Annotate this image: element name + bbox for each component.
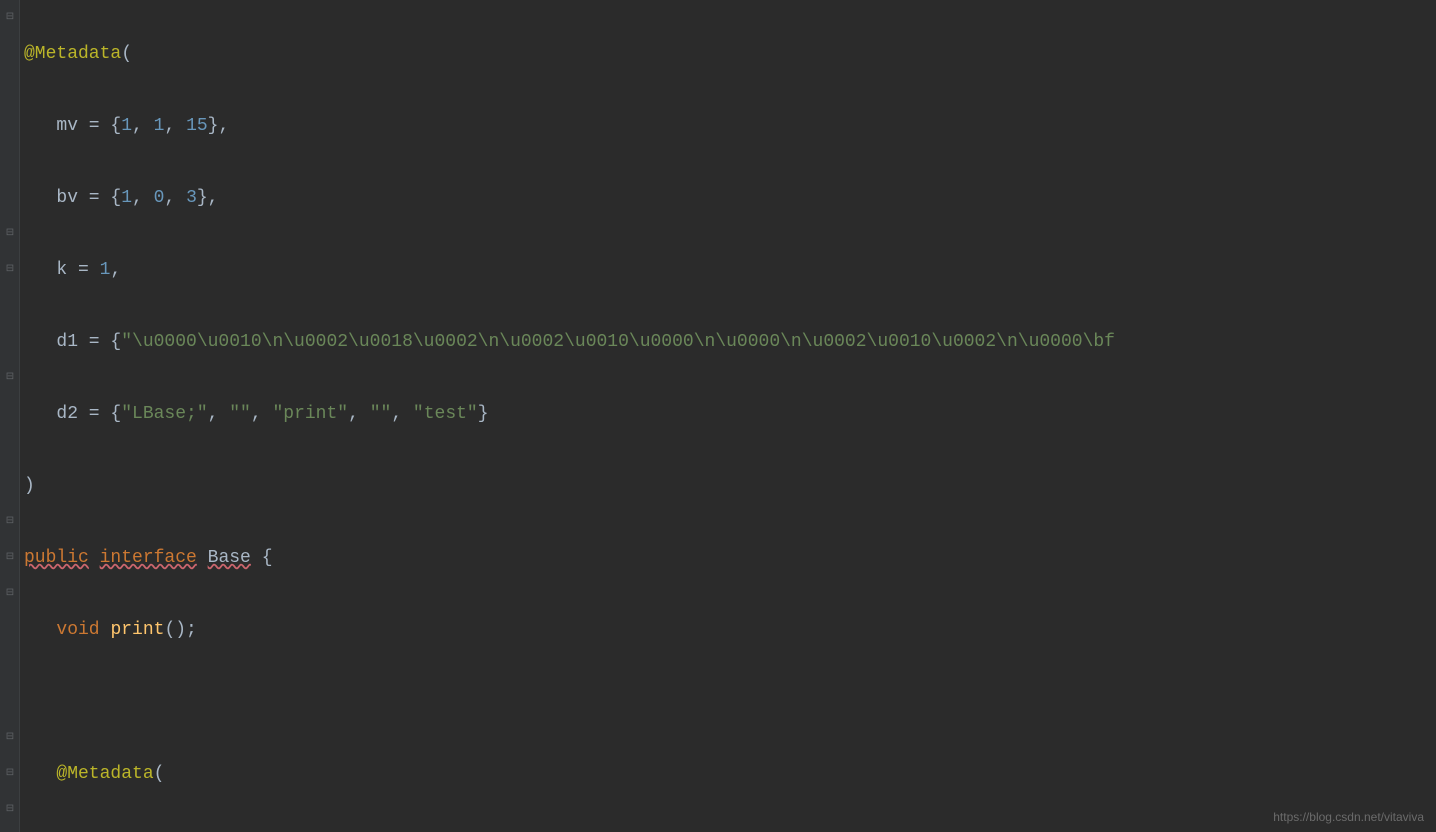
fold-open-icon[interactable]: ⊟ — [4, 588, 16, 600]
bv-key: bv = { — [56, 188, 121, 208]
d2-key: d2 = { — [56, 404, 121, 424]
close-paren: ) — [24, 476, 35, 496]
code-area[interactable]: @Metadata( mv = {1, 1, 15}, bv = {1, 0, … — [24, 0, 1436, 832]
fold-open-icon[interactable]: ⊟ — [4, 264, 16, 276]
watermark: https://blog.csdn.net/vitaviva — [1273, 810, 1424, 824]
number: 1 — [121, 116, 132, 136]
fold-open-icon[interactable]: ⊟ — [4, 12, 16, 24]
fold-close-icon[interactable]: ⊟ — [4, 228, 16, 240]
brace: { — [262, 548, 273, 568]
punct: (); — [164, 620, 196, 640]
annotation: @Metadata — [24, 44, 121, 64]
code-line[interactable]: @Metadata( — [24, 756, 1436, 792]
code-line[interactable]: void print(); — [24, 612, 1436, 648]
annotation: @Metadata — [56, 764, 153, 784]
string: "" — [229, 404, 251, 424]
method-name: print — [110, 620, 164, 640]
number: 0 — [154, 188, 165, 208]
number: 3 — [186, 188, 197, 208]
number: 1 — [100, 260, 111, 280]
code-line[interactable]: bv = {1, 0, 3}, — [24, 180, 1436, 216]
code-line[interactable]: mv = {1, 1, 15}, — [24, 828, 1436, 832]
mv-key: mv = { — [56, 116, 121, 136]
code-editor[interactable]: ⊟ ⊟ ⊟ ⊟ ⊟ ⊟ ⊟ ⊟ ⊟ ⊟ @Metadata( mv = {1, … — [0, 0, 1436, 832]
code-line[interactable]: @Metadata( — [24, 36, 1436, 72]
fold-open-icon[interactable]: ⊟ — [4, 552, 16, 564]
code-line[interactable]: d1 = {"\u0000\u0010\n\u0002\u0018\u0002\… — [24, 324, 1436, 360]
keyword: public — [24, 548, 89, 568]
fold-close-icon[interactable]: ⊟ — [4, 768, 16, 780]
string: "\u0000\u0010\n\u0002\u0018\u0002\n\u000… — [121, 332, 1115, 352]
code-line[interactable]: public interface Base { — [24, 540, 1436, 576]
code-line[interactable]: d2 = {"LBase;", "", "print", "", "test"} — [24, 396, 1436, 432]
string: "" — [370, 404, 392, 424]
string: "LBase;" — [121, 404, 207, 424]
keyword: interface — [100, 548, 197, 568]
number: 15 — [186, 116, 208, 136]
type-name: Base — [208, 548, 251, 568]
gutter: ⊟ ⊟ ⊟ ⊟ ⊟ ⊟ ⊟ ⊟ ⊟ ⊟ — [0, 0, 20, 832]
code-line[interactable] — [24, 684, 1436, 720]
code-line[interactable]: mv = {1, 1, 15}, — [24, 108, 1436, 144]
k-key: k = — [56, 260, 99, 280]
code-line[interactable]: k = 1, — [24, 252, 1436, 288]
number: 1 — [121, 188, 132, 208]
fold-open-icon[interactable]: ⊟ — [4, 372, 16, 384]
fold-close-icon[interactable]: ⊟ — [4, 732, 16, 744]
keyword: void — [56, 620, 99, 640]
string: "print" — [272, 404, 348, 424]
fold-close-icon[interactable]: ⊟ — [4, 804, 16, 816]
code-line[interactable]: ) — [24, 468, 1436, 504]
string: "test" — [413, 404, 478, 424]
d1-key: d1 = { — [56, 332, 121, 352]
fold-close-icon[interactable]: ⊟ — [4, 516, 16, 528]
number: 1 — [154, 116, 165, 136]
